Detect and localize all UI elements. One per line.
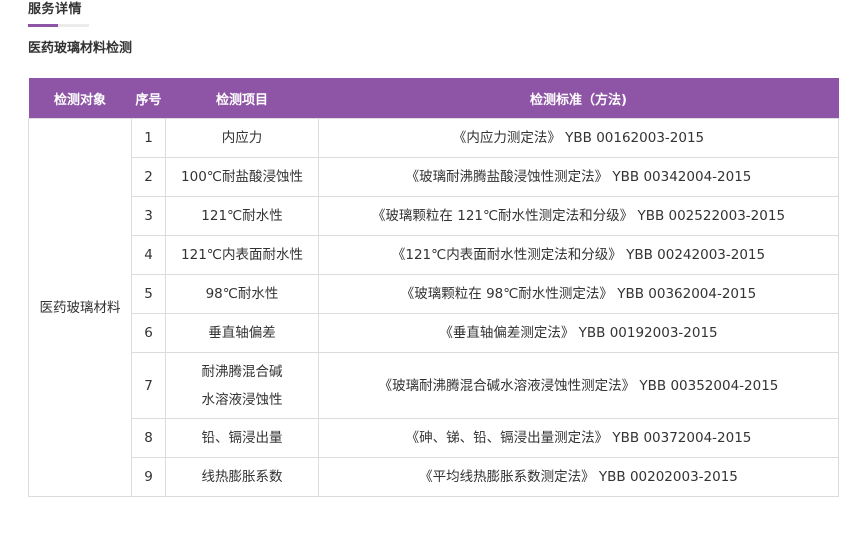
test-standard: 《121℃内表面耐水性测定法和分级》 YBB 00242003-2015 xyxy=(318,235,839,275)
test-standard: 《玻璃耐沸腾盐酸浸蚀性测定法》 YBB 00342004-2015 xyxy=(318,157,839,197)
table-row: 7 耐沸腾混合碱 水溶液浸蚀性 《玻璃耐沸腾混合碱水溶液浸蚀性测定法》 YBB … xyxy=(29,352,839,419)
header-item: 检测项目 xyxy=(165,78,319,119)
table-row: 8 铅、镉浸出量 《砷、锑、铅、镉浸出量测定法》 YBB 00372004-20… xyxy=(29,418,839,458)
table-row: 2 100℃耐盐酸浸蚀性 《玻璃耐沸腾盐酸浸蚀性测定法》 YBB 0034200… xyxy=(29,157,839,197)
test-item-line: 水溶液浸蚀性 xyxy=(201,391,283,408)
row-number: 8 xyxy=(131,418,166,458)
test-item: 铅、镉浸出量 xyxy=(165,418,319,458)
test-item: 线热膨胀系数 xyxy=(165,457,319,497)
service-details-tab[interactable]: 服务详情 xyxy=(28,0,89,27)
test-object-cell: 医药玻璃材料 xyxy=(28,118,132,497)
testing-table: 检测对象 序号 检测项目 检测标准（方法) 医药玻璃材料 1 内应力 《内应力测… xyxy=(28,78,839,497)
table-row: 5 98℃耐水性 《玻璃颗粒在 98℃耐水性测定法》 YBB 00362004-… xyxy=(29,274,839,314)
row-number: 1 xyxy=(131,118,166,158)
test-standard: 《内应力测定法》 YBB 00162003-2015 xyxy=(318,118,839,158)
row-number: 9 xyxy=(131,457,166,497)
test-item: 121℃内表面耐水性 xyxy=(165,235,319,275)
test-item: 耐沸腾混合碱 水溶液浸蚀性 xyxy=(165,352,319,419)
table-row: 9 线热膨胀系数 《平均线热膨胀系数测定法》 YBB 00202003-2015 xyxy=(29,457,839,497)
row-number: 6 xyxy=(131,313,166,353)
table-row: 医药玻璃材料 1 内应力 《内应力测定法》 YBB 00162003-2015 xyxy=(28,118,839,497)
tab-active-indicator xyxy=(28,24,58,27)
table-row: 3 121℃耐水性 《玻璃颗粒在 121℃耐水性测定法和分级》 YBB 0025… xyxy=(29,196,839,236)
row-number: 5 xyxy=(131,274,166,314)
row-number: 3 xyxy=(131,196,166,236)
test-item: 98℃耐水性 xyxy=(165,274,319,314)
test-standard: 《平均线热膨胀系数测定法》 YBB 00202003-2015 xyxy=(318,457,839,497)
test-standard: 《玻璃颗粒在 121℃耐水性测定法和分级》 YBB 002522003-2015 xyxy=(318,196,839,236)
test-item-line: 耐沸腾混合碱 xyxy=(201,363,283,380)
test-standard: 《砷、锑、铅、镉浸出量测定法》 YBB 00372004-2015 xyxy=(318,418,839,458)
row-number: 4 xyxy=(131,235,166,275)
table-row: 4 121℃内表面耐水性 《121℃内表面耐水性测定法和分级》 YBB 0024… xyxy=(29,235,839,275)
test-item: 100℃耐盐酸浸蚀性 xyxy=(165,157,319,197)
header-number: 序号 xyxy=(131,78,166,119)
row-number: 7 xyxy=(131,352,166,419)
test-item: 121℃耐水性 xyxy=(165,196,319,236)
test-standard: 《玻璃耐沸腾混合碱水溶液浸蚀性测定法》 YBB 00352004-2015 xyxy=(318,352,839,419)
test-item: 内应力 xyxy=(165,118,319,158)
header-standard: 检测标准（方法) xyxy=(318,78,839,119)
table-header-row: 检测对象 序号 检测项目 检测标准（方法) xyxy=(28,78,839,119)
header-object: 检测对象 xyxy=(28,78,132,119)
service-details-tab-label: 服务详情 xyxy=(28,2,83,17)
tab-underline xyxy=(28,24,89,27)
row-number: 2 xyxy=(131,157,166,197)
test-standard: 《玻璃颗粒在 98℃耐水性测定法》 YBB 00362004-2015 xyxy=(318,274,839,314)
test-standard: 《垂直轴偏差测定法》 YBB 00192003-2015 xyxy=(318,313,839,353)
table-row: 6 垂直轴偏差 《垂直轴偏差测定法》 YBB 00192003-2015 xyxy=(29,313,839,353)
test-item: 垂直轴偏差 xyxy=(165,313,319,353)
section-title: 医药玻璃材料检测 xyxy=(28,41,133,56)
